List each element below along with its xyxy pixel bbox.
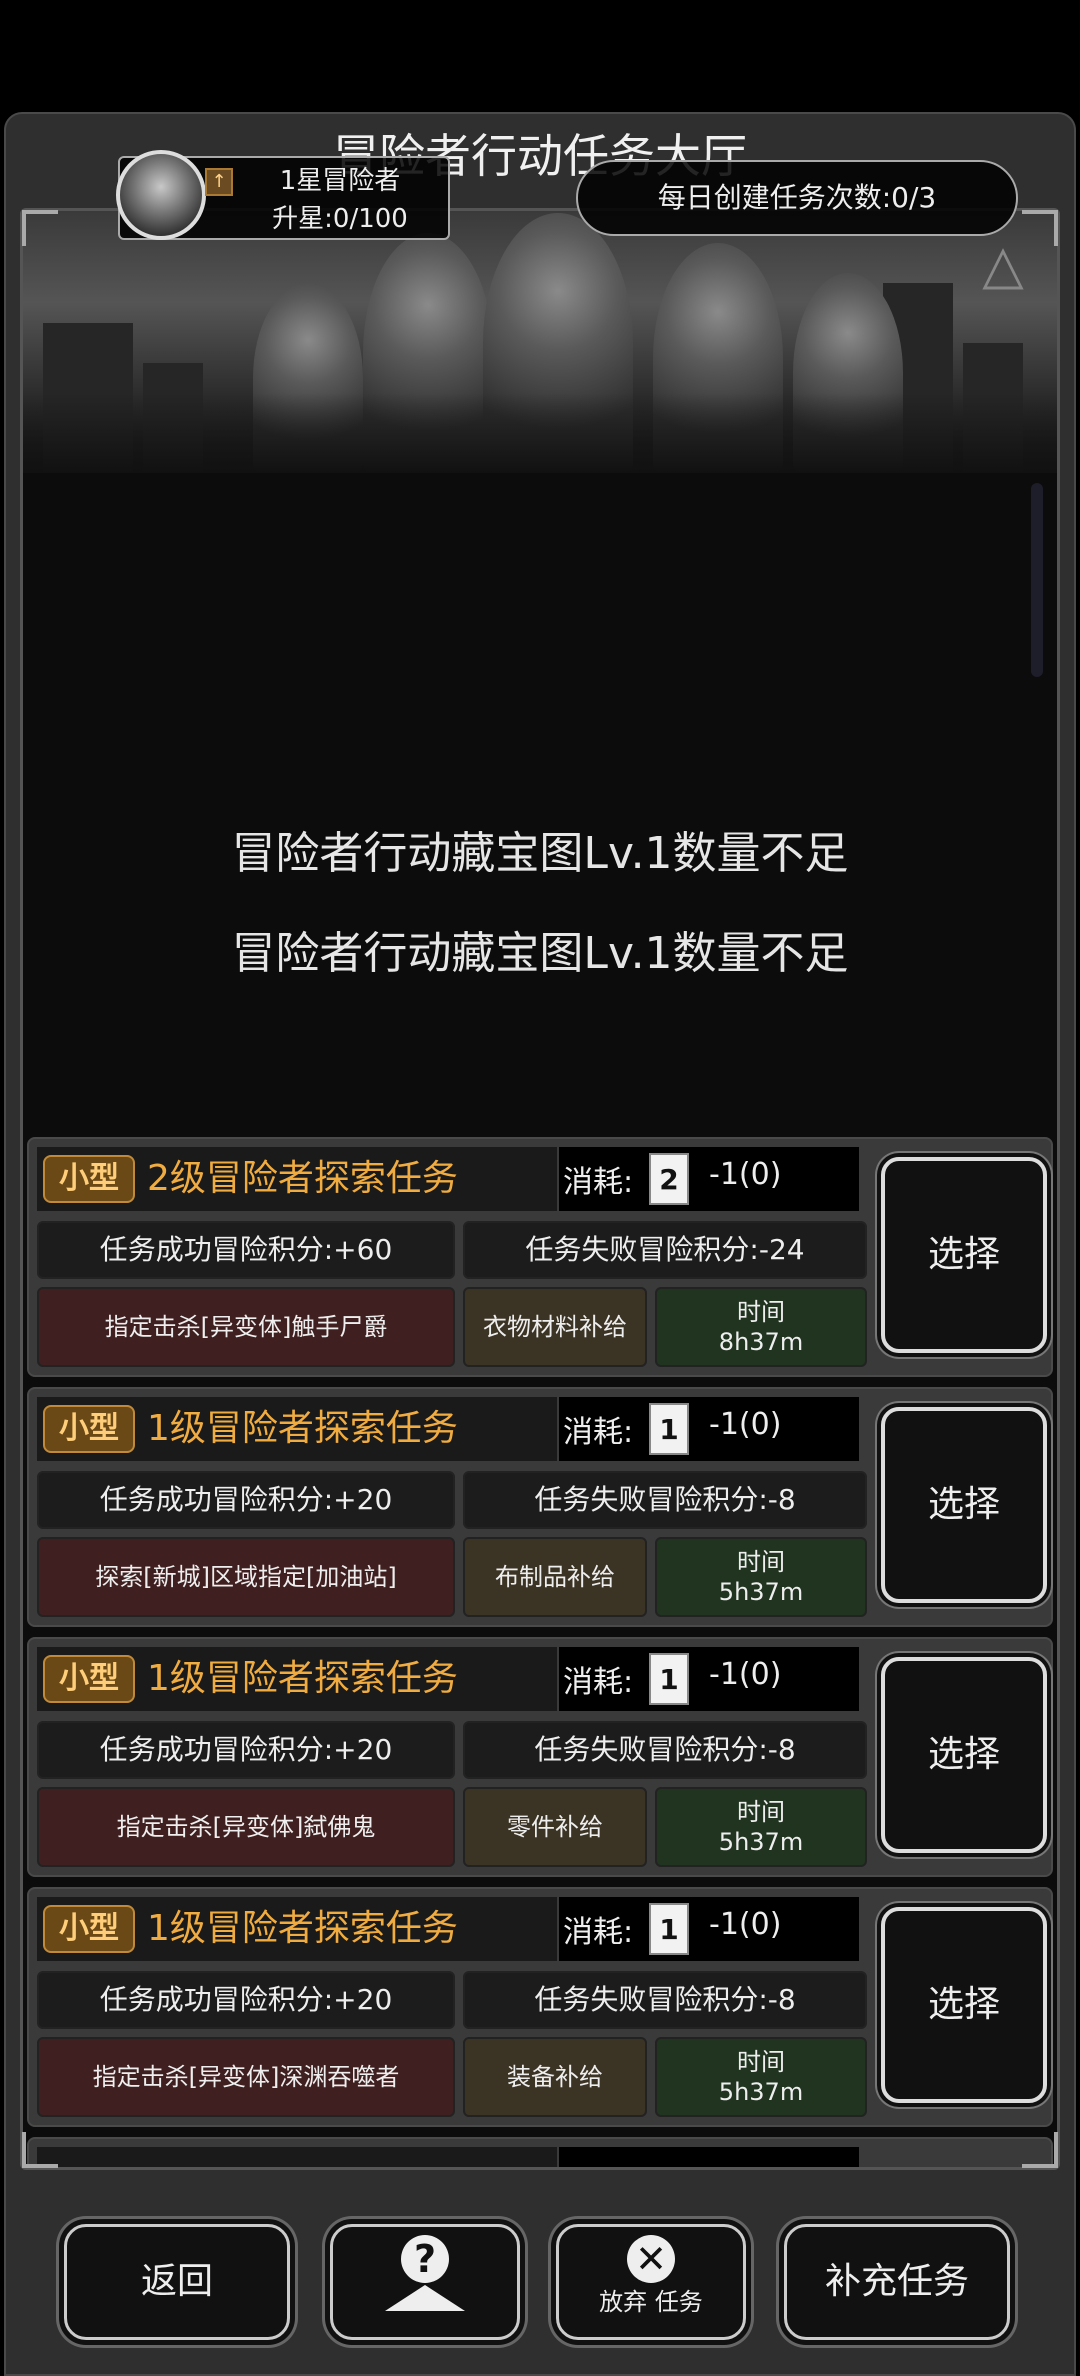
cost-value: -1(0) [709, 1657, 782, 1692]
replenish-label: 补充任务 [824, 2261, 969, 2302]
map-item-icon: 2 [649, 1153, 689, 1205]
task-size-badge: 小型 [43, 1405, 135, 1453]
task-time: 时间 8h37m [655, 1287, 867, 1367]
task-size-badge: 小型 [43, 1155, 135, 1203]
task-header: 小型 1级冒险者探索任务 [37, 1647, 557, 1711]
frame-corner [1022, 2132, 1058, 2168]
time-label: 时间 [737, 2048, 785, 2076]
time-value: 5h37m [718, 1578, 804, 1606]
task-card: 小型 1级冒险者探索任务 消耗: 1 -1(0) 任务成功冒险积分:+20 任务… [27, 1387, 1053, 1627]
task-title: 1级冒险者探索任务 [147, 1408, 458, 1449]
cost-value: -1(0) [709, 1157, 782, 1192]
fail-points: 任务失败冒险积分:-24 [463, 1221, 867, 1279]
task-header: 小型 1级冒险者探索任务 [37, 1897, 557, 1961]
help-button[interactable]: ? [330, 2224, 520, 2340]
map-item-icon: 1 [649, 1653, 689, 1705]
task-reward: 衣物材料补给 [463, 1287, 647, 1367]
task-size-badge: 小型 [43, 1655, 135, 1703]
task-card [27, 2137, 1053, 2167]
task-header: 小型 1级冒险者探索任务 [37, 1397, 557, 1461]
cost-value: -1(0) [709, 1907, 782, 1942]
task-time: 时间 5h37m [655, 1787, 867, 1867]
cost-label: 消耗: [563, 1665, 634, 1700]
time-value: 8h37m [718, 1328, 804, 1356]
time-label: 时间 [737, 1298, 785, 1326]
daily-limit: 每日创建任务次数:0/3 [576, 160, 1018, 236]
back-button[interactable]: 返回 [64, 2224, 290, 2340]
task-header: 小型 2级冒险者探索任务 [37, 1147, 557, 1211]
close-icon: ✕ [627, 2235, 675, 2283]
task-time: 时间 5h37m [655, 1537, 867, 1617]
fail-points: 任务失败冒险积分:-8 [463, 1471, 867, 1529]
task-cost: 消耗: 2 -1(0) [559, 1147, 859, 1211]
avatar[interactable] [116, 150, 206, 240]
map-marker-icon [385, 2285, 465, 2311]
task-reward: 零件补给 [463, 1787, 647, 1867]
select-button[interactable]: 选择 [881, 1657, 1047, 1853]
abandon-label: 放弃 任务 [599, 2288, 703, 2316]
task-cost: 消耗: 1 -1(0) [559, 1397, 859, 1461]
select-button[interactable]: 选择 [881, 1407, 1047, 1603]
task-cost [559, 2147, 859, 2167]
cost-label: 消耗: [563, 1915, 634, 1950]
task-title: 2级冒险者探索任务 [147, 1158, 458, 1199]
map-item-icon: 1 [649, 1403, 689, 1455]
frame-corner [22, 2132, 58, 2168]
task-time: 时间 5h37m [655, 2037, 867, 2117]
time-value: 5h37m [718, 2078, 804, 2106]
rank-name: 1星冒险者 [279, 166, 401, 196]
task-size-badge: 小型 [43, 1905, 135, 1953]
task-target: 指定击杀[异变体]触手尸爵 [37, 1287, 455, 1367]
help-icon: ? [401, 2235, 449, 2283]
frame-corner [1022, 210, 1058, 246]
select-button[interactable]: 选择 [881, 1907, 1047, 2103]
time-label: 时间 [737, 1798, 785, 1826]
cost-label: 消耗: [563, 1165, 634, 1200]
up-arrow-icon: ↑ [205, 168, 233, 196]
task-target: 探索[新城]区域指定[加油站] [37, 1537, 455, 1617]
success-points: 任务成功冒险积分:+20 [37, 1721, 455, 1779]
success-points: 任务成功冒险积分:+60 [37, 1221, 455, 1279]
task-title: 1级冒险者探索任务 [147, 1908, 458, 1949]
rank-progress: 升星:0/100 [272, 204, 408, 234]
success-points: 任务成功冒险积分:+20 [37, 1471, 455, 1529]
frame-corner [22, 210, 58, 246]
replenish-task-button[interactable]: 补充任务 [784, 2224, 1010, 2340]
task-card: 小型 1级冒险者探索任务 消耗: 1 -1(0) 任务成功冒险积分:+20 任务… [27, 1887, 1053, 2127]
task-title: 1级冒险者探索任务 [147, 1658, 458, 1699]
task-cost: 消耗: 1 -1(0) [559, 1647, 859, 1711]
task-reward: 布制品补给 [463, 1537, 647, 1617]
banner-image: △ [23, 211, 1057, 473]
abandon-task-button[interactable]: ✕ 放弃 任务 [556, 2224, 746, 2340]
task-card: 小型 1级冒险者探索任务 消耗: 1 -1(0) 任务成功冒险积分:+20 任务… [27, 1637, 1053, 1877]
notice-text: 冒险者行动藏宝图Lv.1数量不足 [231, 828, 849, 879]
map-item-icon: 1 [649, 1903, 689, 1955]
task-header [37, 2147, 557, 2167]
task-cost: 消耗: 1 -1(0) [559, 1897, 859, 1961]
cost-value: -1(0) [709, 1407, 782, 1442]
task-target: 指定击杀[异变体]深渊吞噬者 [37, 2037, 455, 2117]
cost-label: 消耗: [563, 1415, 634, 1450]
success-points: 任务成功冒险积分:+20 [37, 1971, 455, 2029]
task-reward: 装备补给 [463, 2037, 647, 2117]
task-card: 小型 2级冒险者探索任务 消耗: 2 -1(0) 任务成功冒险积分:+60 任务… [27, 1137, 1053, 1377]
banner-fade [23, 393, 1057, 473]
fail-points: 任务失败冒险积分:-8 [463, 1971, 867, 2029]
notice-text: 冒险者行动藏宝图Lv.1数量不足 [231, 928, 849, 979]
time-value: 5h37m [718, 1828, 804, 1856]
scrollbar[interactable] [1031, 483, 1043, 677]
select-button[interactable]: 选择 [881, 1157, 1047, 1353]
content-area: △ 冒险者行动藏宝图Lv.1数量不足 冒险者行动藏宝图Lv.1数量不足 小型 2… [20, 208, 1060, 2170]
fail-points: 任务失败冒险积分:-8 [463, 1721, 867, 1779]
back-label: 返回 [140, 2261, 213, 2302]
time-label: 时间 [737, 1548, 785, 1576]
task-target: 指定击杀[异变体]弑佛鬼 [37, 1787, 455, 1867]
